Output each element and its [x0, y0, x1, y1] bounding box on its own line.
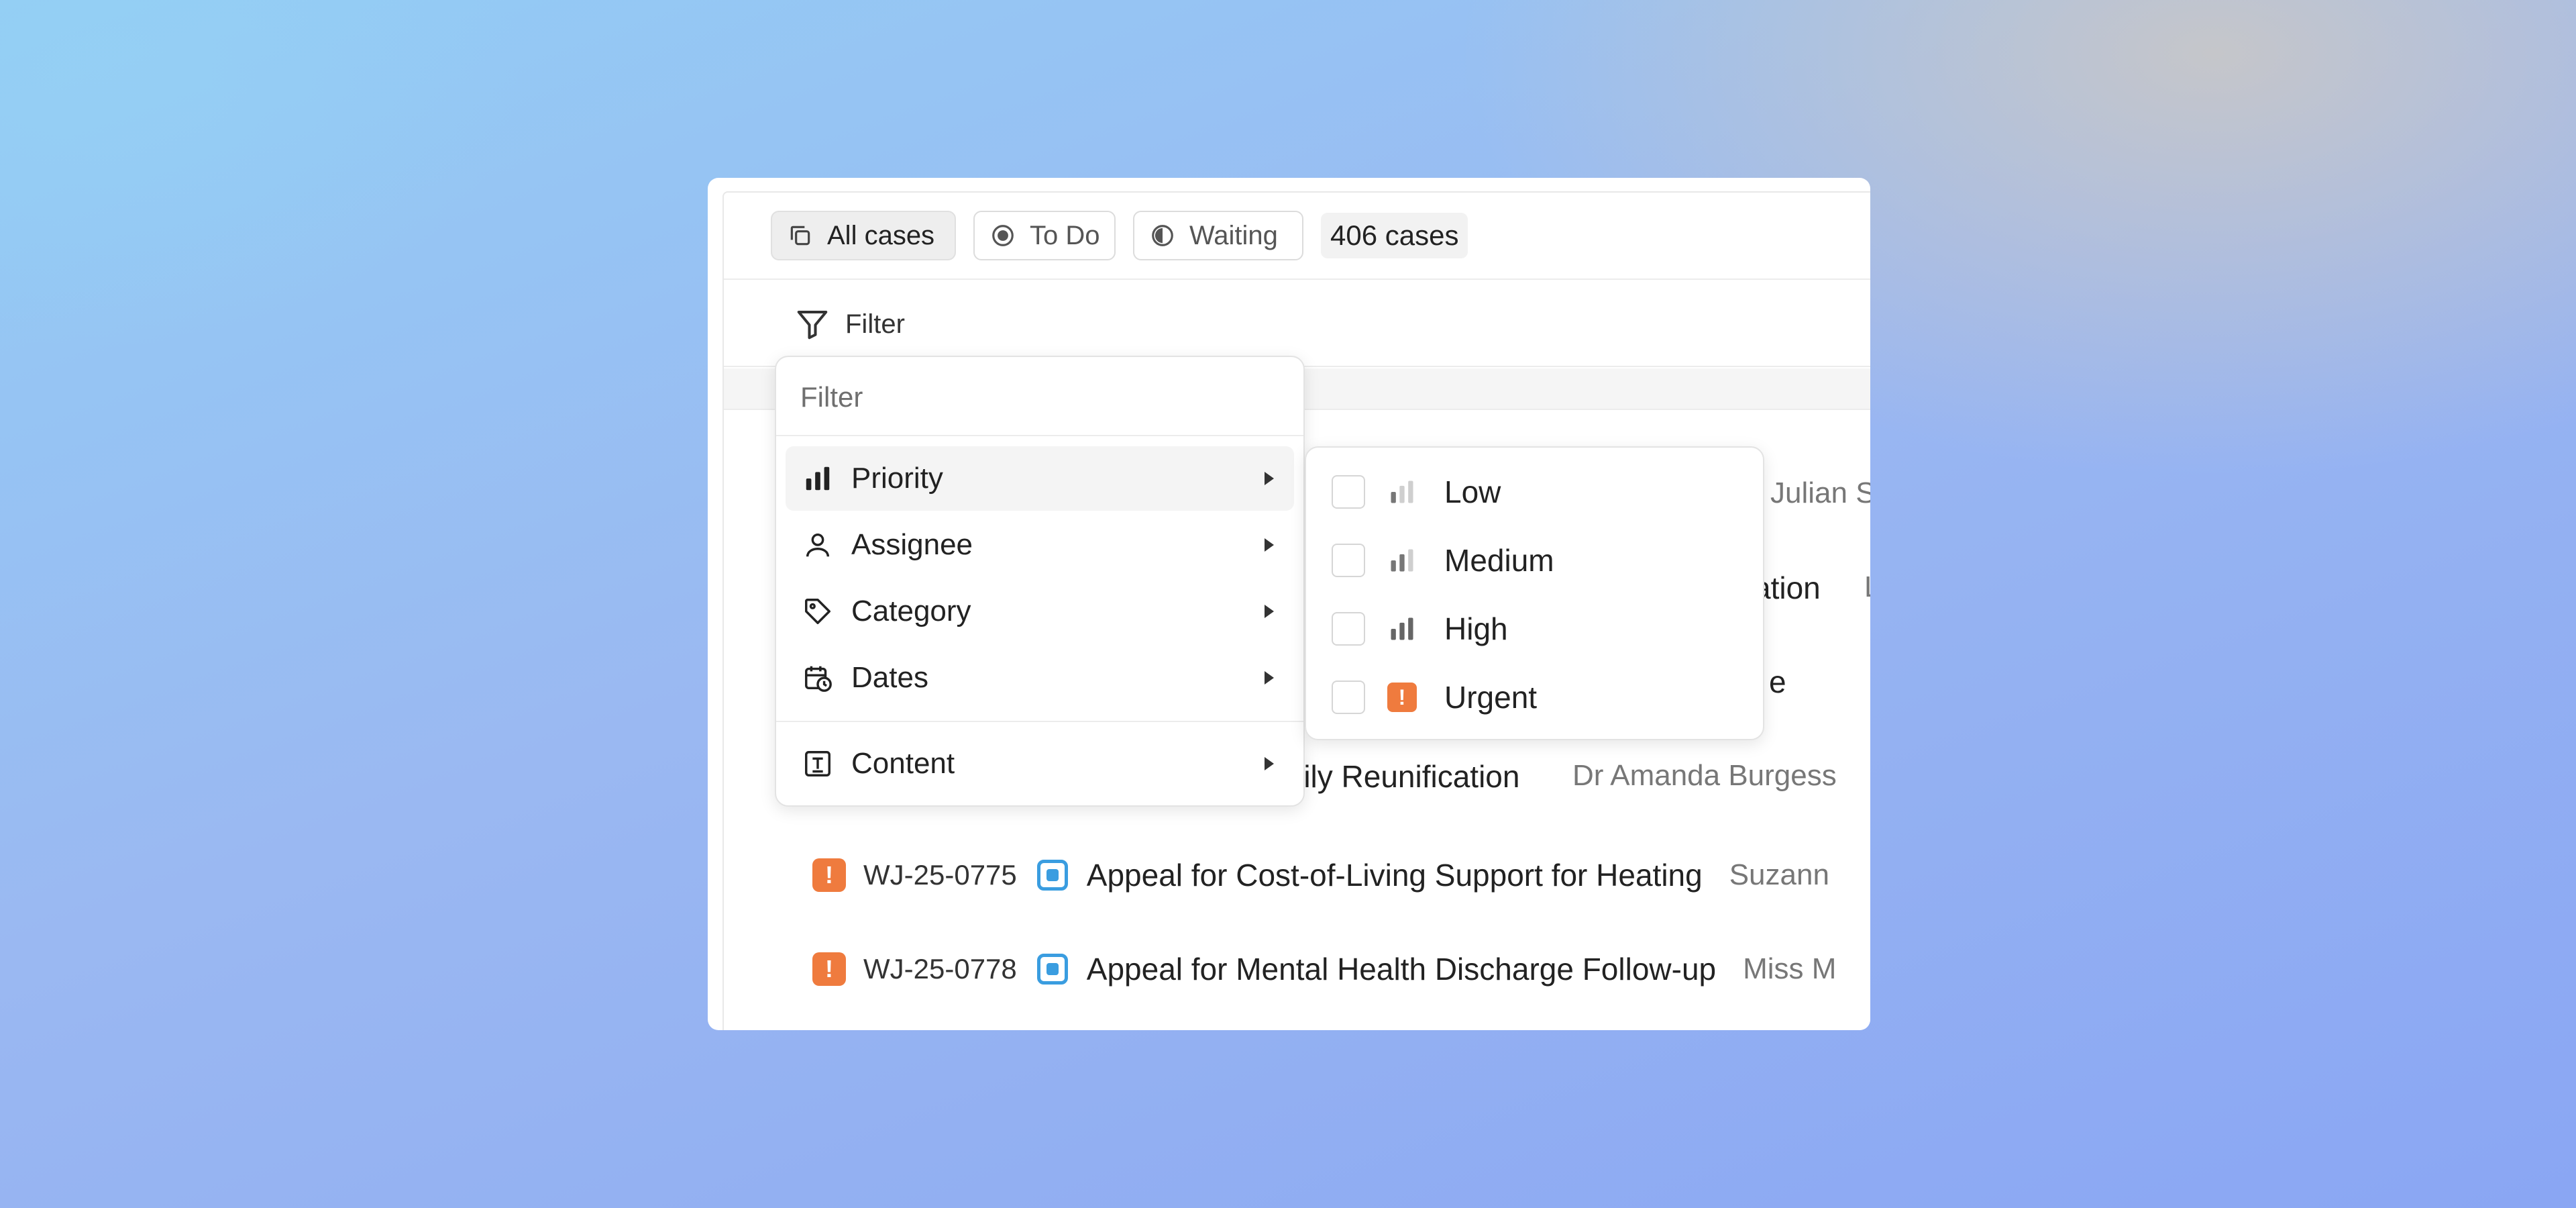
- priority-high-icon: [1387, 613, 1417, 644]
- chevron-right-icon: [1265, 605, 1274, 618]
- urgent-priority-icon: !: [812, 952, 846, 986]
- filter-button[interactable]: Filter: [794, 305, 905, 343]
- priority-high-checkbox[interactable]: [1332, 612, 1365, 646]
- priority-medium-checkbox[interactable]: [1332, 544, 1365, 577]
- menu-item-label: Content: [851, 747, 955, 780]
- priority-option-high[interactable]: High: [1306, 595, 1763, 662]
- chevron-right-icon: [1265, 472, 1274, 485]
- tab-label: Waiting: [1189, 220, 1278, 250]
- case-title: e: [1769, 664, 1786, 699]
- assignee-name: Miss M: [1743, 952, 1837, 985]
- calendar-clock-icon: [800, 660, 835, 695]
- menu-item-label: Priority: [851, 462, 943, 495]
- menu-item-label: Category: [851, 595, 971, 627]
- tab-label: All cases: [827, 220, 935, 250]
- exclamation-icon: !: [1387, 683, 1417, 712]
- tab-to-do[interactable]: To Do: [973, 211, 1116, 260]
- status-in-progress-icon: [1036, 954, 1068, 985]
- filter-button-label: Filter: [845, 309, 905, 339]
- priority-low-icon: [1387, 476, 1417, 507]
- case-count-badge: 406 cases: [1321, 213, 1468, 258]
- priority-option-urgent[interactable]: ! Urgent: [1306, 664, 1763, 731]
- tab-waiting[interactable]: Waiting: [1133, 211, 1303, 260]
- assignee-name: L: [1864, 570, 1870, 604]
- table-row[interactable]: ! WJ-25-0775 Appeal for Cost-of-Living S…: [724, 828, 1870, 922]
- menu-item-label: Assignee: [851, 528, 973, 561]
- priority-urgent-icon: !: [1387, 682, 1417, 713]
- menu-item-content[interactable]: Content: [786, 732, 1294, 796]
- case-title: Appeal for Cost-of-Living Support for He…: [1086, 858, 1703, 893]
- priority-submenu: Low Medium High ! Urgent: [1305, 446, 1764, 740]
- priority-option-medium[interactable]: Medium: [1306, 527, 1763, 594]
- half-circle-icon: [1149, 222, 1176, 249]
- priority-urgent-checkbox[interactable]: [1332, 681, 1365, 714]
- tab-all-cases[interactable]: All cases: [771, 211, 956, 260]
- chevron-right-icon: [1265, 538, 1274, 552]
- case-title: Appeal for Mental Health Discharge Follo…: [1086, 952, 1717, 987]
- menu-divider: [776, 721, 1303, 722]
- chevron-right-icon: [1265, 671, 1274, 685]
- assignee-name: Suzann: [1729, 858, 1829, 891]
- menu-item-assignee[interactable]: Assignee: [786, 513, 1294, 577]
- person-icon: [800, 527, 835, 562]
- text-box-icon: [800, 746, 835, 781]
- filter-menu: Priority Assignee Category Dates Content: [775, 356, 1305, 807]
- priority-low-checkbox[interactable]: [1332, 475, 1365, 509]
- menu-item-priority[interactable]: Priority: [786, 446, 1294, 511]
- priority-option-label: High: [1444, 611, 1508, 646]
- filter-search: [776, 357, 1303, 436]
- assignee-name: Dr Amanda Burgess: [1572, 759, 1837, 792]
- priority-option-label: Medium: [1444, 543, 1554, 578]
- circle-dot-icon: [989, 222, 1016, 249]
- case-id: WJ-25-0775: [863, 859, 1017, 891]
- case-title: mily Reunification: [1278, 759, 1520, 794]
- assignee-name: Julian S: [1770, 476, 1870, 509]
- filter-search-input[interactable]: [800, 377, 1270, 417]
- urgent-priority-icon: !: [812, 858, 846, 892]
- priority-option-label: Low: [1444, 474, 1501, 509]
- menu-item-label: Dates: [851, 661, 928, 694]
- menu-item-category[interactable]: Category: [786, 579, 1294, 644]
- tab-label: To Do: [1030, 220, 1100, 250]
- priority-option-label: Urgent: [1444, 680, 1538, 715]
- filter-row: Filter: [724, 280, 1870, 367]
- priority-medium-icon: [1387, 545, 1417, 576]
- priority-option-low[interactable]: Low: [1306, 458, 1763, 525]
- case-id: WJ-25-0778: [863, 953, 1017, 985]
- copy-icon: [787, 222, 814, 249]
- status-in-progress-icon: [1036, 860, 1068, 891]
- menu-item-dates[interactable]: Dates: [786, 646, 1294, 710]
- chevron-right-icon: [1265, 757, 1274, 770]
- bar-chart-icon: [800, 461, 835, 496]
- funnel-icon: [794, 306, 830, 342]
- table-row[interactable]: ! WJ-25-0778 Appeal for Mental Health Di…: [724, 922, 1870, 1016]
- tag-icon: [800, 594, 835, 629]
- view-tab-bar: All cases To Do Waiting 406 cases: [724, 193, 1870, 280]
